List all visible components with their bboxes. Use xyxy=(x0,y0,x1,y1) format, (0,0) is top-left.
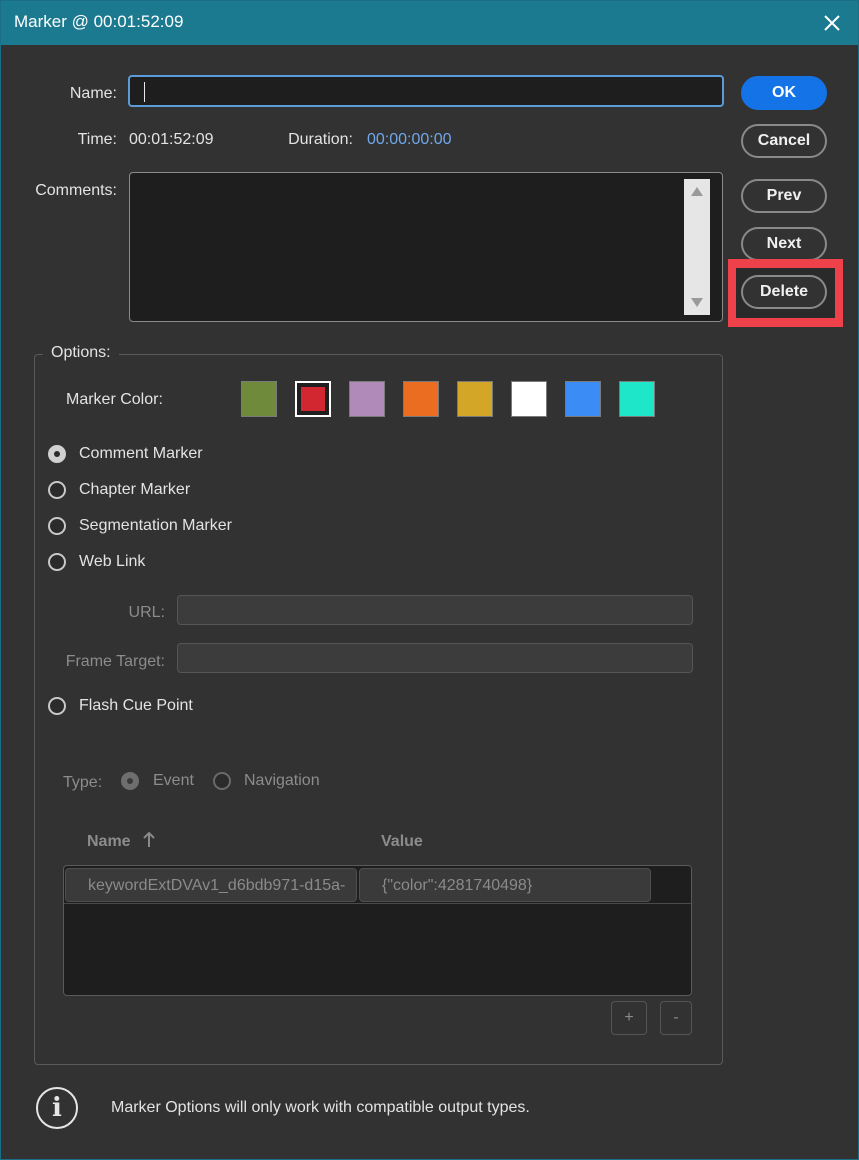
time-value: 00:01:52:09 xyxy=(129,131,214,148)
table-row-divider xyxy=(64,903,691,904)
scroll-down-arrow-icon[interactable] xyxy=(691,298,703,307)
add-row-button[interactable]: + xyxy=(611,1001,647,1035)
duration-value[interactable]: 00:00:00:00 xyxy=(367,131,452,149)
marker-color-swatch-6[interactable] xyxy=(511,381,547,417)
radio-type-navigation[interactable] xyxy=(213,772,231,790)
table-row-end-cell xyxy=(652,867,691,903)
marker-color-swatch-1[interactable] xyxy=(241,381,277,417)
ok-button[interactable]: OK xyxy=(741,76,827,110)
next-button[interactable]: Next xyxy=(741,227,827,261)
radio-chapter-marker[interactable] xyxy=(48,481,66,499)
type-navigation-label: Navigation xyxy=(244,772,320,789)
name-input[interactable] xyxy=(128,75,724,107)
close-icon[interactable] xyxy=(820,11,844,35)
marker-color-swatch-7[interactable] xyxy=(565,381,601,417)
url-input[interactable] xyxy=(177,595,693,625)
duration-label: Duration: xyxy=(288,131,353,148)
marker-color-swatch-3[interactable] xyxy=(349,381,385,417)
radio-type-event[interactable] xyxy=(121,772,139,790)
web-link-label: Web Link xyxy=(79,553,146,570)
window-title: Marker @ 00:01:52:09 xyxy=(14,12,184,31)
marker-color-swatch-8[interactable] xyxy=(619,381,655,417)
time-label: Time: xyxy=(77,131,117,148)
info-icon: i xyxy=(36,1087,78,1129)
remove-row-button[interactable]: - xyxy=(660,1001,692,1035)
chapter-marker-label: Chapter Marker xyxy=(79,481,191,498)
type-event-label: Event xyxy=(153,772,194,789)
table-cell-name[interactable]: keywordExtDVAv1_d6bdb971-d15a- xyxy=(65,868,357,902)
table-cell-value[interactable]: {"color":4281740498} xyxy=(359,868,651,902)
options-legend: Options: xyxy=(43,344,119,362)
segmentation-marker-label: Segmentation Marker xyxy=(79,517,232,534)
marker-color-label: Marker Color: xyxy=(66,391,163,408)
scroll-up-arrow-icon[interactable] xyxy=(691,187,703,196)
sort-ascending-icon xyxy=(143,831,155,849)
url-label: URL: xyxy=(128,604,165,621)
marker-color-swatch-5[interactable] xyxy=(457,381,493,417)
text-caret xyxy=(144,82,145,102)
title-bar: Marker @ 00:01:52:09 xyxy=(1,1,858,45)
radio-segmentation-marker[interactable] xyxy=(48,517,66,535)
frame-target-label: Frame Target: xyxy=(65,653,165,670)
comments-label: Comments: xyxy=(35,182,117,199)
column-header-value[interactable]: Value xyxy=(381,833,423,851)
info-text: Marker Options will only work with compa… xyxy=(111,1099,530,1116)
radio-web-link[interactable] xyxy=(48,553,66,571)
comments-textarea[interactable] xyxy=(129,172,723,322)
delete-button[interactable]: Delete xyxy=(741,275,827,309)
selected-color-fill xyxy=(301,387,325,411)
flash-cue-point-label: Flash Cue Point xyxy=(79,697,193,714)
marker-color-swatch-4[interactable] xyxy=(403,381,439,417)
comment-marker-label: Comment Marker xyxy=(79,445,203,462)
type-label: Type: xyxy=(63,774,103,791)
comments-scrollbar[interactable] xyxy=(684,179,710,315)
marker-color-swatch-2[interactable] xyxy=(295,381,331,417)
radio-comment-marker[interactable] xyxy=(48,445,66,463)
frame-target-input[interactable] xyxy=(177,643,693,673)
prev-button[interactable]: Prev xyxy=(741,179,827,213)
column-header-name[interactable]: Name xyxy=(87,833,131,851)
marker-dialog: Marker @ 00:01:52:09 Name: Time: 00:01:5… xyxy=(0,0,859,1160)
name-label: Name: xyxy=(69,85,117,102)
cancel-button[interactable]: Cancel xyxy=(741,124,827,158)
radio-flash-cue-point[interactable] xyxy=(48,697,66,715)
